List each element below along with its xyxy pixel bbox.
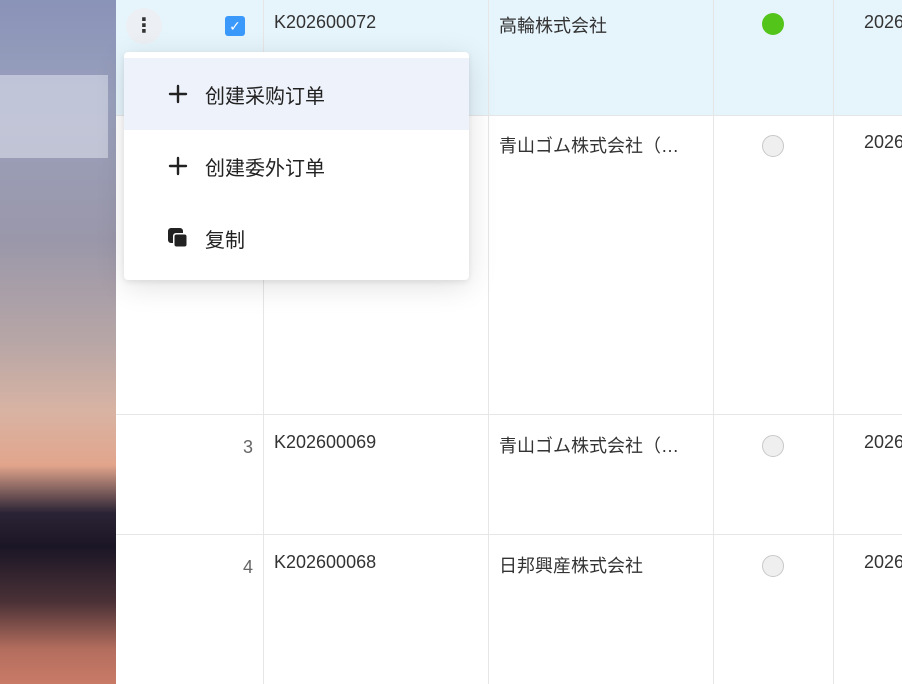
order-code: K202600069 bbox=[274, 432, 377, 452]
row-index-cell: 3 bbox=[116, 415, 264, 534]
status-dot bbox=[762, 13, 784, 35]
plus-icon bbox=[166, 82, 190, 106]
customer-cell: 日邦興産株式会社 bbox=[489, 535, 714, 684]
menu-item-create-purchase-order[interactable]: 创建采购订单 bbox=[124, 58, 469, 130]
desktop-background bbox=[0, 0, 116, 684]
menu-item-label: 创建采购订单 bbox=[205, 85, 325, 108]
customer-cell: 青山ゴム株式会社（… bbox=[489, 116, 714, 414]
table-row[interactable]: 4 K202600068 日邦興産株式会社 2026 bbox=[116, 535, 902, 684]
row-index: 4 bbox=[242, 557, 253, 577]
date-text: 2026 bbox=[864, 12, 902, 32]
row-index-cell: 4 bbox=[116, 535, 264, 684]
customer-name: 青山ゴム株式会社（… bbox=[499, 136, 679, 156]
context-menu: 创建采购订单 创建委外订单 复制 bbox=[124, 52, 469, 280]
menu-item-create-outsourcing-order[interactable]: 创建委外订单 bbox=[124, 130, 469, 202]
menu-item-copy[interactable]: 复制 bbox=[124, 202, 469, 274]
date-text: 2026 bbox=[864, 132, 902, 152]
order-code: K202600068 bbox=[274, 552, 377, 572]
customer-name: 日邦興産株式会社 bbox=[499, 556, 643, 576]
order-code: K202600072 bbox=[274, 12, 377, 32]
table-row[interactable]: 3 K202600069 青山ゴム株式会社（… 2026 bbox=[116, 415, 902, 535]
date-cell: 2026 bbox=[834, 116, 902, 414]
status-cell bbox=[714, 415, 834, 534]
customer-cell: 高輪株式会社 bbox=[489, 0, 714, 115]
status-dot bbox=[762, 435, 784, 457]
date-text: 2026 bbox=[864, 432, 902, 452]
status-dot bbox=[762, 135, 784, 157]
status-cell bbox=[714, 116, 834, 414]
order-code-cell: K202600069 bbox=[264, 415, 489, 534]
row-checkbox[interactable]: ✓ bbox=[225, 16, 245, 36]
menu-item-label: 复制 bbox=[205, 229, 245, 252]
status-cell bbox=[714, 0, 834, 115]
plus-icon bbox=[166, 154, 190, 178]
date-cell: 2026 bbox=[834, 415, 902, 534]
customer-cell: 青山ゴム株式会社（… bbox=[489, 415, 714, 534]
menu-item-label: 创建委外订单 bbox=[205, 157, 325, 180]
row-index: 3 bbox=[242, 437, 253, 457]
date-cell: 2026 bbox=[834, 0, 902, 115]
order-code-cell: K202600068 bbox=[264, 535, 489, 684]
date-cell: 2026 bbox=[834, 535, 902, 684]
more-actions-button[interactable]: ⋮ bbox=[126, 8, 162, 44]
customer-name: 青山ゴム株式会社（… bbox=[499, 436, 679, 456]
copy-icon bbox=[166, 226, 190, 250]
date-text: 2026 bbox=[864, 552, 902, 572]
customer-name: 高輪株式会社 bbox=[499, 16, 607, 36]
status-cell bbox=[714, 535, 834, 684]
status-dot bbox=[762, 555, 784, 577]
